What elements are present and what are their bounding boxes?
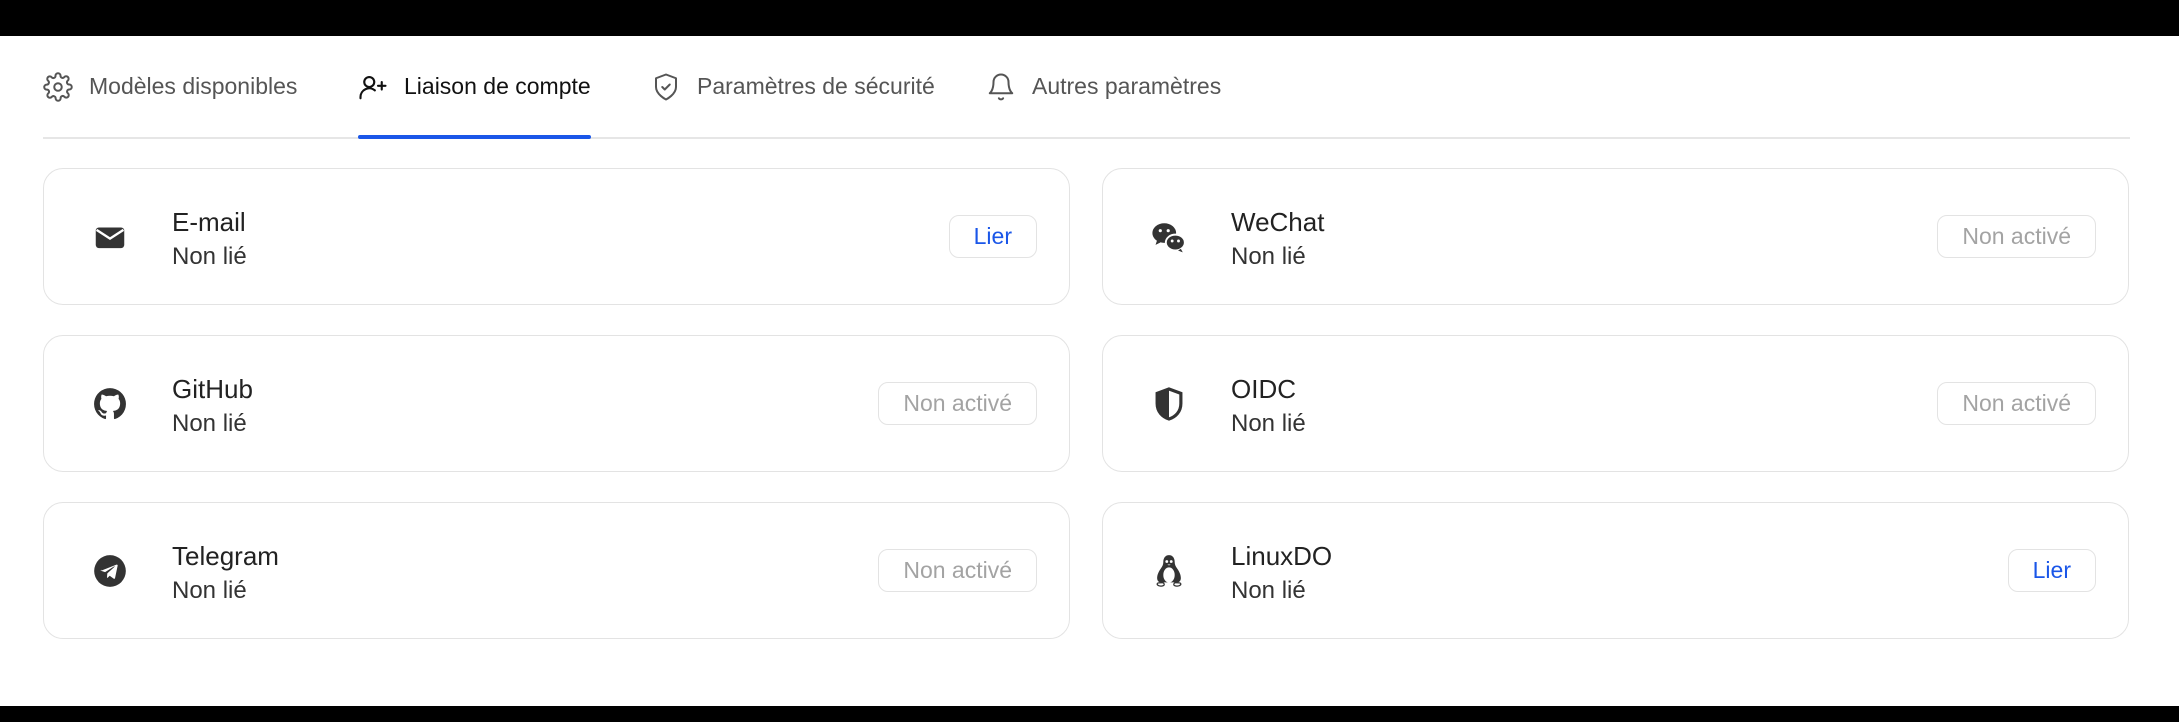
mail-icon bbox=[90, 217, 130, 257]
telegram-not-enabled-button: Non activé bbox=[878, 548, 1037, 592]
account-status: Non lié bbox=[172, 243, 247, 270]
tab-available-models[interactable]: Modèles disponibles bbox=[43, 36, 297, 137]
bind-email-button[interactable]: Lier bbox=[948, 214, 1037, 258]
linux-penguin-icon bbox=[1149, 551, 1189, 591]
github-not-enabled-button: Non activé bbox=[878, 381, 1037, 425]
account-name: Telegram bbox=[172, 541, 279, 571]
tab-label: Autres paramètres bbox=[1032, 73, 1222, 99]
bell-icon bbox=[988, 73, 1014, 100]
account-status: Non lié bbox=[1231, 577, 1306, 604]
tab-label: Liaison de compte bbox=[404, 73, 591, 99]
account-card-github: GitHub Non lié Non activé bbox=[43, 335, 1070, 472]
bind-linuxdo-button[interactable]: Lier bbox=[2007, 548, 2096, 592]
tab-other-settings[interactable]: Autres paramètres bbox=[986, 36, 1221, 137]
account-card-oidc: OIDC Non lié Non activé bbox=[1102, 335, 2129, 472]
telegram-icon bbox=[90, 551, 130, 591]
tab-label: Paramètres de sécurité bbox=[697, 73, 935, 99]
tab-security-settings[interactable]: Paramètres de sécurité bbox=[651, 36, 935, 137]
account-name: LinuxDO bbox=[1231, 541, 1333, 571]
tab-label: Modèles disponibles bbox=[89, 73, 298, 99]
github-icon bbox=[90, 384, 130, 424]
wechat-icon bbox=[1149, 217, 1189, 257]
account-status: Non lié bbox=[1231, 410, 1306, 437]
account-card-linuxdo: LinuxDO Non lié Lier bbox=[1102, 502, 2129, 639]
gear-icon bbox=[43, 71, 73, 102]
shield-check-icon bbox=[655, 73, 677, 100]
wechat-not-enabled-button: Non activé bbox=[1937, 214, 2096, 258]
account-card-wechat: WeChat Non lié Non activé bbox=[1102, 168, 2129, 305]
account-card-telegram: Telegram Non lié Non activé bbox=[43, 502, 1070, 639]
account-status: Non lié bbox=[172, 410, 247, 437]
account-status: Non lié bbox=[1231, 243, 1306, 270]
tab-account-binding[interactable]: Liaison de compte bbox=[358, 36, 591, 139]
account-name: OIDC bbox=[1231, 374, 1296, 404]
account-status: Non lié bbox=[172, 577, 247, 604]
account-card-email: E-mail Non lié Lier bbox=[43, 168, 1070, 305]
account-name: E-mail bbox=[172, 207, 246, 237]
shield-icon bbox=[1149, 384, 1189, 424]
oidc-not-enabled-button: Non activé bbox=[1937, 381, 2096, 425]
account-name: WeChat bbox=[1231, 207, 1325, 237]
tab-bar: Modèles disponibles Liaison de compte Pa… bbox=[43, 36, 2130, 139]
account-name: GitHub bbox=[172, 374, 253, 404]
user-plus-icon bbox=[359, 75, 387, 99]
settings-page: Modèles disponibles Liaison de compte Pa… bbox=[0, 36, 2179, 706]
